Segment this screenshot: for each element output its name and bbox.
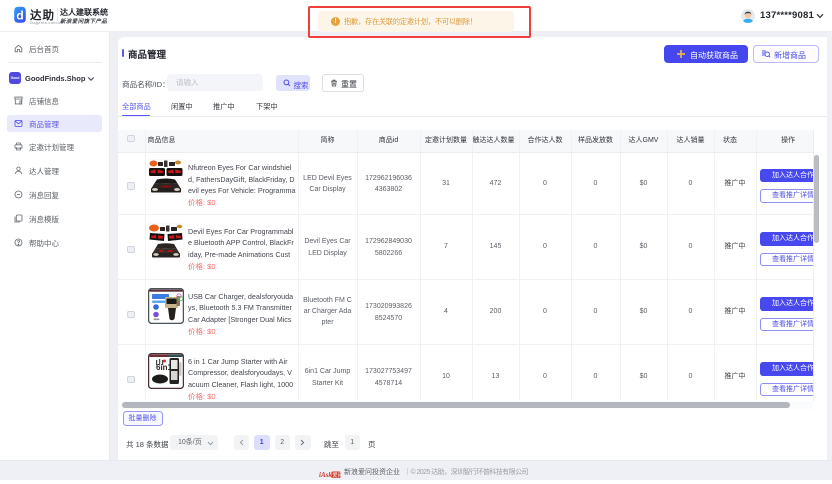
svg-text:d: d (16, 9, 23, 23)
svg-text:爱问: 爱问 (332, 471, 341, 479)
svg-text:iAsk: iAsk (319, 471, 332, 479)
